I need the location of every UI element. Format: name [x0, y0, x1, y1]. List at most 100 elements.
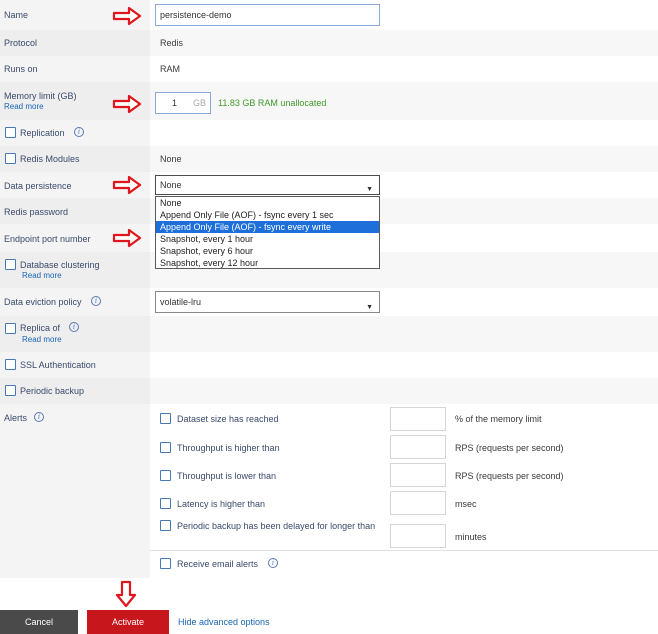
eviction-row: Data eviction policy i volatile-lru ▼: [0, 288, 658, 316]
eviction-info-icon[interactable]: i: [91, 296, 101, 306]
name-row: Name persistence-demo: [0, 0, 658, 30]
memory-input[interactable]: 1 GB: [155, 92, 211, 114]
cancel-button[interactable]: Cancel: [0, 610, 78, 634]
alert-throughput-low-label: Throughput is lower than: [177, 471, 277, 481]
email-alerts-label: Receive email alerts: [177, 559, 259, 569]
ssl-label-cell: SSL Authentication: [0, 352, 150, 378]
periodic-backup-label-cell: Periodic backup: [0, 378, 150, 404]
annotation-arrow-right-icon: [112, 175, 142, 195]
runs-on-value: RAM: [160, 64, 180, 74]
alert-throughput-high-input[interactable]: [390, 435, 446, 459]
data-persistence-selected: None: [160, 180, 182, 190]
replication-row: Replication i: [0, 120, 658, 146]
dropdown-option-highlighted[interactable]: Append Only File (AOF) - fsync every wri…: [156, 221, 379, 233]
eviction-select[interactable]: volatile-lru ▼: [155, 291, 380, 313]
clustering-read-more-link[interactable]: Read more: [22, 271, 62, 280]
alerts-label-cell: Alerts i: [0, 404, 150, 578]
replica-of-read-more-link[interactable]: Read more: [22, 335, 62, 344]
alert-latency-checkbox[interactable]: [160, 498, 171, 509]
ssl-label: SSL Authentication: [20, 360, 96, 370]
replica-of-checkbox[interactable]: [5, 323, 16, 334]
data-persistence-select[interactable]: None ▼: [155, 175, 380, 195]
alerts-row: Alerts i Dataset size has reached % of t…: [0, 404, 658, 578]
alert-backup-delay-input[interactable]: [390, 524, 446, 548]
alert-dataset-unit: % of the memory limit: [455, 414, 542, 424]
memory-input-value: 1: [172, 98, 178, 108]
replication-info-icon[interactable]: i: [74, 127, 84, 137]
replica-of-row-bg: [150, 316, 658, 352]
periodic-backup-row-bg: [150, 378, 658, 404]
clustering-label: Database clustering: [20, 260, 100, 270]
alert-backup-delay-checkbox[interactable]: [160, 520, 171, 531]
redis-modules-row: Redis Modules None: [0, 146, 658, 172]
runs-on-label: Runs on: [4, 64, 38, 74]
replica-of-label-cell: Replica of i Read more: [0, 316, 150, 352]
runs-on-label-cell: Runs on: [0, 56, 150, 82]
dropdown-option[interactable]: Snapshot, every 1 hour: [156, 233, 379, 245]
alert-throughput-high-unit: RPS (requests per second): [455, 443, 564, 453]
memory-unallocated-note: 11.83 GB RAM unallocated: [218, 98, 327, 108]
alert-throughput-low-input[interactable]: [390, 463, 446, 487]
alert-throughput-low-unit: RPS (requests per second): [455, 471, 564, 481]
periodic-backup-label: Periodic backup: [20, 386, 85, 396]
alert-latency-label: Latency is higher than: [177, 499, 266, 509]
eviction-label-cell: Data eviction policy i: [0, 288, 150, 316]
clustering-label-cell: Database clustering Read more: [0, 252, 150, 288]
annotation-arrow-right-icon: [112, 6, 142, 26]
redis-password-label: Redis password: [4, 207, 69, 217]
eviction-label: Data eviction policy: [4, 297, 82, 307]
email-alerts-checkbox[interactable]: [160, 558, 171, 569]
annotation-arrow-right-icon: [112, 228, 142, 248]
ssl-checkbox[interactable]: [5, 359, 16, 370]
chevron-down-icon: ▼: [366, 304, 373, 311]
replication-label-cell: Replication i: [0, 120, 150, 146]
endpoint-port-label: Endpoint port number: [4, 234, 91, 244]
dropdown-option[interactable]: Append Only File (AOF) - fsync every 1 s…: [156, 209, 379, 221]
clustering-checkbox[interactable]: [5, 259, 16, 270]
alert-backup-delay-label: Periodic backup has been delayed for lon…: [177, 521, 376, 531]
runs-on-row: Runs on RAM: [0, 56, 658, 82]
data-persistence-dropdown: None Append Only File (AOF) - fsync ever…: [155, 196, 380, 269]
replica-of-info-icon[interactable]: i: [69, 322, 79, 332]
memory-unit: GB: [192, 98, 206, 108]
dropdown-option[interactable]: None: [156, 197, 379, 209]
alert-backup-delay-unit: minutes: [455, 532, 487, 542]
alerts-label: Alerts: [4, 413, 28, 423]
activate-button[interactable]: Activate: [87, 610, 169, 634]
periodic-backup-checkbox[interactable]: [5, 385, 16, 396]
periodic-backup-row: Periodic backup: [0, 378, 658, 404]
dropdown-option[interactable]: Snapshot, every 6 hour: [156, 245, 379, 257]
redis-modules-row-bg: [150, 146, 658, 172]
eviction-selected: volatile-lru: [160, 297, 202, 307]
alert-throughput-high-checkbox[interactable]: [160, 442, 171, 453]
annotation-arrow-right-icon: [112, 94, 142, 114]
protocol-label: Protocol: [4, 38, 38, 48]
alert-throughput-low-checkbox[interactable]: [160, 470, 171, 481]
data-persistence-label: Data persistence: [4, 181, 72, 191]
redis-modules-checkbox[interactable]: [5, 153, 16, 164]
ssl-row: SSL Authentication: [0, 352, 658, 378]
protocol-row: Protocol Redis: [0, 30, 658, 56]
replica-of-row: Replica of i Read more: [0, 316, 658, 352]
dropdown-option[interactable]: Snapshot, every 12 hour: [156, 257, 379, 269]
alert-latency-unit: msec: [455, 499, 477, 509]
memory-read-more-link[interactable]: Read more: [4, 102, 44, 111]
memory-label: Memory limit (GB): [4, 91, 77, 101]
redis-modules-label-cell: Redis Modules: [0, 146, 150, 172]
name-input[interactable]: persistence-demo: [155, 4, 380, 26]
data-persistence-row: Data persistence None ▼: [0, 172, 658, 198]
name-label: Name: [4, 10, 29, 20]
replication-label: Replication: [20, 128, 65, 138]
alerts-info-icon[interactable]: i: [34, 412, 44, 422]
email-alerts-info-icon[interactable]: i: [268, 558, 278, 568]
redis-modules-value: None: [160, 154, 182, 164]
protocol-value: Redis: [160, 38, 184, 48]
annotation-arrow-down-icon: [115, 580, 137, 608]
memory-row: Memory limit (GB) Read more 1 GB 11.83 G…: [0, 82, 658, 120]
alert-latency-input[interactable]: [390, 491, 446, 515]
alert-dataset-checkbox[interactable]: [160, 413, 171, 424]
hide-advanced-options-link[interactable]: Hide advanced options: [178, 617, 270, 627]
replication-checkbox[interactable]: [5, 127, 16, 138]
protocol-label-cell: Protocol: [0, 30, 150, 56]
alert-dataset-input[interactable]: [390, 407, 446, 431]
